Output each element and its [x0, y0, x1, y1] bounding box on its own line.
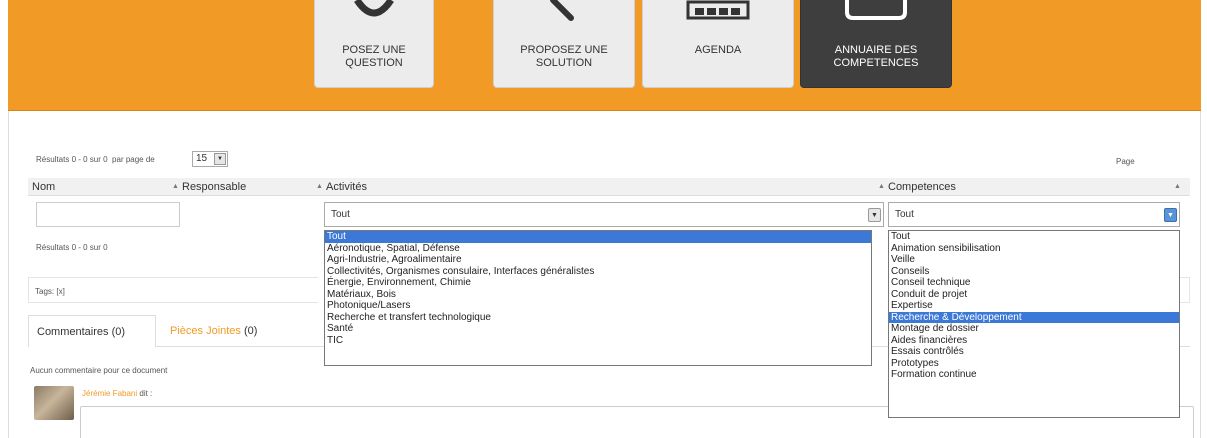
activites-dropdown-list: Tout Aéronotique, Spatial, Défense Agri-In…: [324, 230, 872, 366]
no-comments-text: Aucun commentaire pour ce document: [30, 366, 168, 375]
chevron-down-icon: ▼: [1164, 208, 1177, 222]
competences-option[interactable]: Tout: [889, 231, 1179, 243]
competences-option[interactable]: Veille: [889, 254, 1179, 266]
nav-tile-annuaire-competences[interactable]: ANNUAIRE DES COMPETENCES: [800, 0, 952, 88]
per-page-select[interactable]: 15 ▼: [192, 151, 228, 167]
per-page-value: 15: [196, 153, 208, 164]
competences-option[interactable]: Formation continue: [889, 369, 1179, 381]
activites-option[interactable]: Énergie, Environnement, Chimie: [325, 277, 871, 289]
sort-icon: ▲: [1174, 183, 1181, 190]
search-icon: [354, 0, 394, 17]
directory-icon: [845, 0, 907, 20]
nav-label-line2: QUESTION: [345, 57, 403, 69]
competences-select[interactable]: Tout ▼: [888, 202, 1180, 227]
competences-option[interactable]: Expertise: [889, 300, 1179, 312]
activites-option[interactable]: Tout: [325, 231, 871, 243]
competences-option[interactable]: Montage de dossier: [889, 323, 1179, 335]
nav-label-line1: ANNUAIRE DES: [834, 44, 918, 56]
column-header-activites[interactable]: ▲ Activités: [316, 178, 884, 196]
nav-tile-proposez-solution[interactable]: PROPOSEZ UNE SOLUTION: [493, 0, 635, 88]
chevron-down-icon: ▼: [214, 153, 226, 165]
activites-option[interactable]: Santé: [325, 323, 871, 335]
magnifier-handle-icon: [550, 0, 574, 21]
nav-label-line1: PROPOSEZ UNE: [520, 44, 608, 56]
activites-option[interactable]: Aéronotique, Spatial, Défense: [325, 243, 871, 255]
column-header-competences[interactable]: ▲ Competences ▲: [874, 178, 1190, 196]
page-label: Page: [1116, 157, 1135, 166]
competences-option[interactable]: Conseil technique: [889, 277, 1179, 289]
tab-pieces-jointes[interactable]: Pièces Jointes (0): [162, 315, 265, 347]
sort-icon: ▲: [878, 183, 885, 190]
nav-tile-posez-question[interactable]: POSEZ UNE QUESTION: [314, 0, 434, 88]
competences-option[interactable]: Aides financières: [889, 335, 1179, 347]
activites-option[interactable]: TIC: [325, 335, 871, 347]
sort-icon: ▲: [316, 183, 323, 190]
activites-option[interactable]: Photonique/Lasers: [325, 300, 871, 312]
nav-label-line2: COMPETENCES: [833, 57, 919, 69]
tags-bar: Tags: [x]: [28, 277, 318, 303]
activites-option[interactable]: Recherche et transfert technologique: [325, 312, 871, 324]
avatar: [34, 386, 74, 420]
results-summary-top: Résultats 0 - 0 sur 0 par page de: [36, 155, 155, 164]
sort-icon: ▲: [172, 183, 179, 190]
tab-commentaires[interactable]: Commentaires (0): [28, 315, 156, 347]
competences-select-value: Tout: [895, 209, 914, 220]
column-header-responsable[interactable]: ▲ Responsable: [168, 178, 316, 196]
competences-option[interactable]: Essais contrôlés: [889, 346, 1179, 358]
column-header-nom[interactable]: Nom: [28, 178, 168, 196]
competences-option[interactable]: Conduit de projet: [889, 289, 1179, 301]
nav-label-line1: POSEZ UNE: [342, 44, 406, 56]
nav-label-line1: AGENDA: [694, 44, 742, 56]
activites-option[interactable]: Agri-Industrie, Agroalimentaire: [325, 254, 871, 266]
tags-label[interactable]: Tags: [x]: [35, 287, 65, 296]
nom-filter-input[interactable]: [36, 202, 180, 227]
activites-option[interactable]: Collectivités, Organismes consulaire, In…: [325, 266, 871, 278]
comment-author: Jérémie Fabani dit :: [82, 389, 153, 398]
calendar-icon: [686, 0, 750, 20]
competences-dropdown-list: Tout Animation sensibilisation Veille Conse…: [888, 230, 1180, 418]
activites-select[interactable]: Tout ▼: [324, 202, 884, 227]
activites-select-value: Tout: [331, 209, 350, 220]
author-link[interactable]: Jérémie Fabani: [82, 389, 137, 398]
competences-option[interactable]: Conseils: [889, 266, 1179, 278]
site-header: POSEZ UNE QUESTION PROPOSEZ UNE SOLUTION…: [8, 0, 1201, 111]
nav-label-line2: SOLUTION: [535, 57, 593, 69]
chevron-down-icon: ▼: [868, 208, 881, 222]
competences-option[interactable]: Animation sensibilisation: [889, 243, 1179, 255]
nav-tile-agenda[interactable]: AGENDA: [642, 0, 794, 88]
activites-option[interactable]: Matériaux, Bois: [325, 289, 871, 301]
competences-option[interactable]: Prototypes: [889, 358, 1179, 370]
competences-option[interactable]: Recherche & Développement: [889, 311, 1179, 323]
results-summary-bottom: Résultats 0 - 0 sur 0: [36, 243, 108, 252]
